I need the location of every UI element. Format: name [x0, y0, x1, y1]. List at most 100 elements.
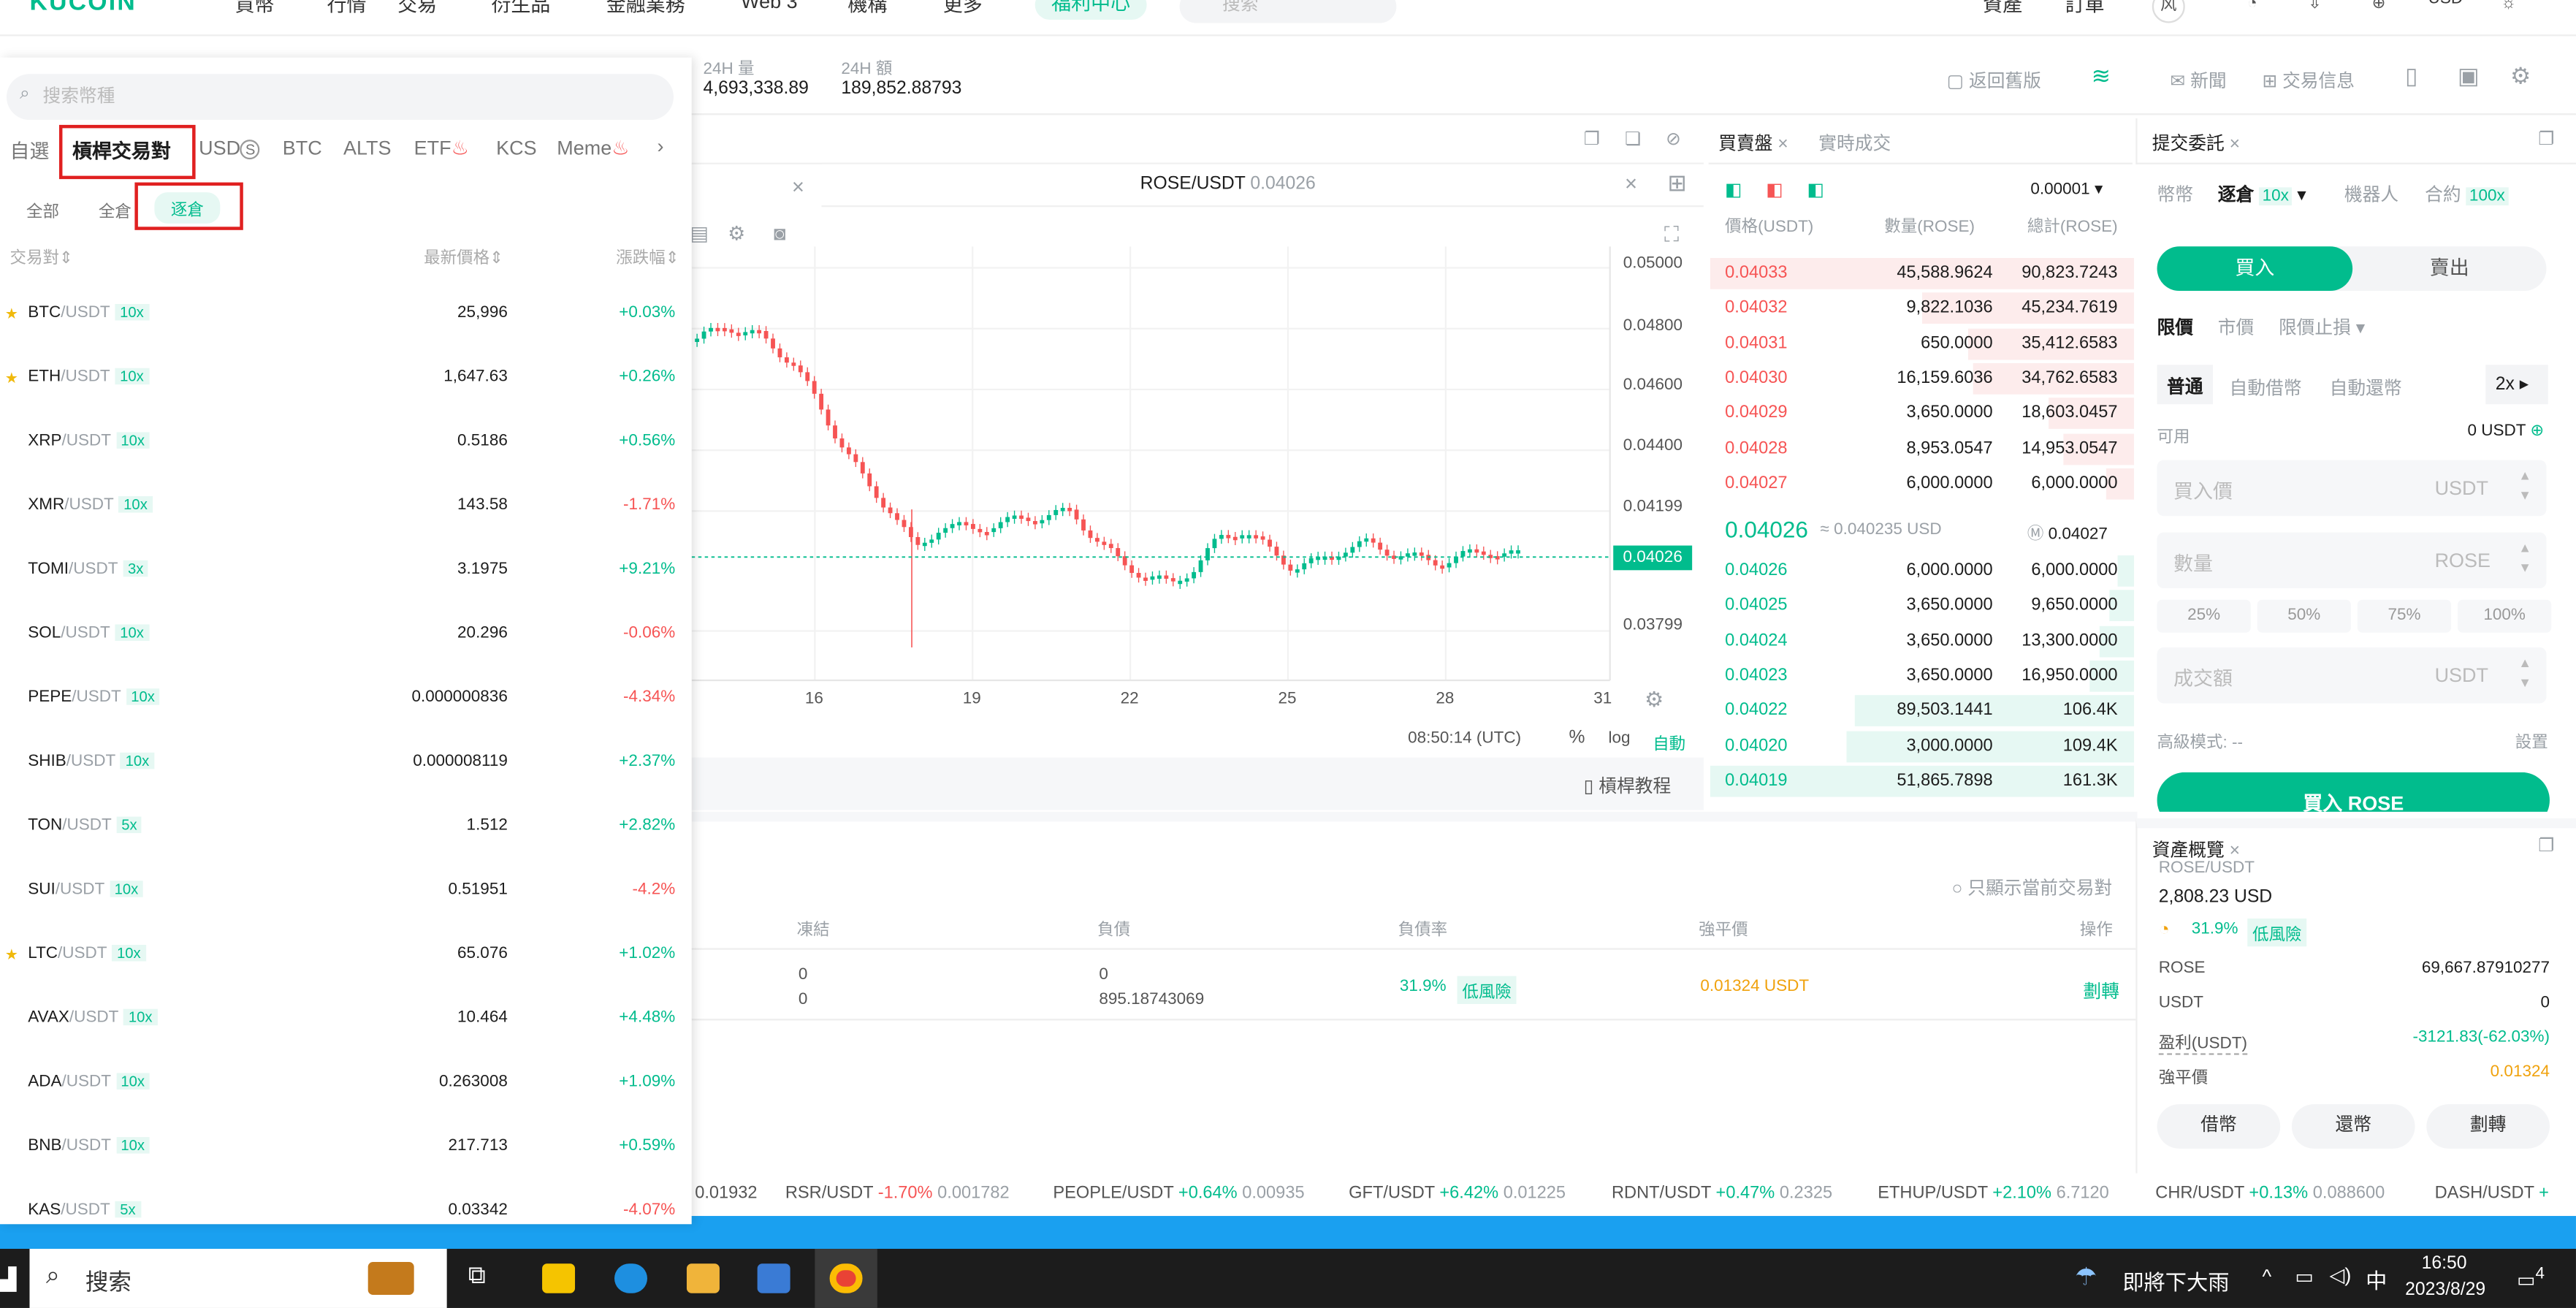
network-icon[interactable]: ▭: [2295, 1265, 2314, 1288]
nav-finance[interactable]: 金融業務: [606, 0, 685, 18]
nav-institution[interactable]: 機構: [847, 0, 887, 18]
tutorial-link[interactable]: ▯ 槓桿教程: [1584, 772, 1671, 799]
pnl-label[interactable]: 盈利(USDT): [2158, 1029, 2247, 1055]
pair-row[interactable]: XRP/USDT 10x 0.5186 +0.56%: [0, 432, 692, 496]
pct-100[interactable]: 100%: [2458, 599, 2552, 633]
pair-row[interactable]: ★ LTC/USDT 10x 65.076 +1.02%: [0, 945, 692, 1009]
pair-row[interactable]: SOL/USDT 10x 20.296 -0.06%: [0, 624, 692, 689]
pct-75[interactable]: 75%: [2357, 599, 2452, 633]
bid-row[interactable]: 0.04024 3,650.0000 13,300.0000: [1710, 624, 2135, 658]
total-input[interactable]: 成交額 USDT ▲ ▼: [2157, 647, 2547, 704]
trade-info-link[interactable]: ⊞ 交易信息: [2262, 67, 2355, 94]
nav-web3[interactable]: Web 3: [741, 0, 798, 13]
sticky-notes-icon[interactable]: [542, 1263, 576, 1293]
bid-row[interactable]: 0.04023 3,650.0000 16,950.0000: [1710, 658, 2135, 693]
camera-icon[interactable]: ◙: [774, 222, 785, 245]
briefcase-icon[interactable]: [367, 1262, 414, 1295]
chrome-icon[interactable]: [829, 1263, 863, 1293]
total-stepper[interactable]: ▲ ▼: [2518, 654, 2531, 693]
buy-submit-button[interactable]: 買入 ROSE: [2157, 772, 2550, 812]
tab-etf[interactable]: ETF♨: [414, 137, 469, 159]
assets-popout-icon[interactable]: ❐: [2538, 834, 2554, 856]
nav-more[interactable]: 更多: [943, 0, 983, 18]
sub-auto-repay[interactable]: 自動還幣: [2330, 375, 2402, 401]
chart-window-icon[interactable]: ❐: [1584, 128, 1600, 150]
mode-isolated[interactable]: 逐倉 10x ▾: [2218, 180, 2306, 207]
ask-row[interactable]: 0.04027 6,000.0000 6,000.0000: [1710, 466, 2135, 501]
sub-normal[interactable]: 普通: [2157, 365, 2213, 405]
back-old-version[interactable]: ▢ 返回舊版: [1947, 67, 2041, 94]
ask-row[interactable]: 0.04033 45,588.9624 90,823.7243: [1710, 256, 2135, 291]
star-icon[interactable]: ★: [5, 370, 18, 388]
tab-alts[interactable]: ALTS: [343, 137, 391, 159]
ime-indicator[interactable]: 中: [2366, 1263, 2387, 1295]
tray-chevron-icon[interactable]: ^: [2262, 1265, 2271, 1288]
chart-copy-icon[interactable]: ❏: [1625, 128, 1641, 150]
tab-btc[interactable]: BTC: [283, 137, 322, 159]
settings-link[interactable]: 設置: [2515, 728, 2548, 753]
log-toggle[interactable]: log: [1608, 729, 1630, 748]
col-debt-ratio[interactable]: 負債率: [1398, 916, 1447, 940]
news-link[interactable]: ✉ 新聞: [2171, 67, 2227, 94]
clock-date[interactable]: 2023/8/29: [2405, 1280, 2485, 1300]
currency-usd[interactable]: USD: [2428, 0, 2463, 8]
pair-row[interactable]: ADA/USDT 10x 0.263008 +1.09%: [0, 1073, 692, 1137]
tab-kcs[interactable]: KCS: [496, 137, 537, 159]
axis-settings-icon[interactable]: ⚙: [1645, 687, 1664, 713]
borrow-button[interactable]: 借幣: [2157, 1104, 2281, 1149]
bid-row[interactable]: 0.04022 89,503.1441 106.4K: [1710, 693, 2135, 728]
nav-trade[interactable]: 交易: [397, 0, 437, 18]
pair-row[interactable]: TOMI/USDT 3x 3.1975 +9.21%: [0, 560, 692, 625]
chart-expand-icon[interactable]: ⊘: [1666, 128, 1681, 150]
ask-row[interactable]: 0.04030 16,159.6036 34,762.6583: [1710, 361, 2135, 395]
user-avatar[interactable]: 风: [2152, 0, 2185, 23]
hdr-change[interactable]: 漲跌幅⇕: [616, 243, 679, 268]
file-explorer-icon[interactable]: [686, 1263, 720, 1293]
ticker-item[interactable]: DASH/USDT +: [2435, 1183, 2549, 1203]
col-debt[interactable]: 負債: [1097, 916, 1130, 940]
volume-icon[interactable]: ◁): [2330, 1263, 2352, 1286]
ask-row[interactable]: 0.04028 8,953.0547 14,953.0547: [1710, 431, 2135, 465]
sub-auto-borrow[interactable]: 自動借幣: [2229, 375, 2301, 401]
sub-all[interactable]: 全部: [26, 197, 59, 222]
transfer-button[interactable]: 劃轉: [2426, 1104, 2550, 1149]
chart-tool-icon[interactable]: ▤: [690, 222, 709, 245]
star-icon[interactable]: ★: [5, 946, 18, 965]
book-asks-icon[interactable]: ◧: [1766, 179, 1783, 200]
store-icon[interactable]: [757, 1263, 790, 1293]
candlestick-chart[interactable]: [691, 246, 1704, 723]
col-frozen[interactable]: 凍結: [797, 916, 830, 940]
weather-text[interactable]: 即將下大雨: [2122, 1265, 2229, 1296]
book-both-icon[interactable]: ◧: [1725, 179, 1742, 200]
pair-row[interactable]: SUI/USDT 10x 0.51951 -4.2%: [0, 881, 692, 945]
book-bids-icon[interactable]: ◧: [1807, 179, 1824, 200]
edge-icon[interactable]: [614, 1263, 647, 1293]
task-view-icon[interactable]: ⧉: [468, 1262, 486, 1290]
nav-orders[interactable]: 訂單: [2065, 0, 2105, 18]
buy-tab[interactable]: 買入: [2157, 246, 2353, 292]
promo-pill[interactable]: 福利中心: [1034, 0, 1147, 20]
globe-icon[interactable]: ⊕: [2363, 0, 2396, 23]
star-icon[interactable]: ★: [5, 305, 18, 324]
type-market[interactable]: 市價: [2218, 314, 2254, 341]
pct-50[interactable]: 50%: [2257, 599, 2351, 633]
tab-trades[interactable]: 實時成交: [1818, 130, 1891, 156]
qty-input[interactable]: 數量 ROSE ▲ ▼: [2157, 532, 2547, 589]
pair-row[interactable]: TON/USDT 5x 1.512 +2.82%: [0, 816, 692, 881]
transfer-link[interactable]: 劃轉: [2083, 978, 2119, 1004]
advanced-mode[interactable]: 高級模式: --: [2157, 728, 2243, 753]
theme-icon[interactable]: ☼: [2492, 0, 2525, 23]
close-tab-icon[interactable]: ×: [792, 174, 804, 199]
leverage-select[interactable]: 2x ▸: [2485, 365, 2548, 405]
pct-25[interactable]: 25%: [2157, 599, 2251, 633]
bid-row[interactable]: 0.04020 3,000.0000 109.4K: [1710, 729, 2135, 763]
ticker-item[interactable]: RDNT/USDT +0.47% 0.2325: [1612, 1183, 1832, 1203]
top-search-input[interactable]: 搜索: [1179, 0, 1397, 23]
nav-buy[interactable]: 買幣: [235, 0, 275, 18]
ticker-item[interactable]: CHR/USDT +0.13% 0.088600: [2155, 1183, 2385, 1203]
pair-row[interactable]: PEPE/USDT 10x 0.000000836 -4.34%: [0, 688, 692, 753]
ticker-item[interactable]: RSR/USDT -1.70% 0.001782: [785, 1183, 1010, 1203]
panel-icon[interactable]: ▣: [2458, 62, 2480, 90]
bid-row[interactable]: 0.04026 6,000.0000 6,000.0000: [1710, 554, 2135, 588]
ticker-item[interactable]: PEOPLE/USDT +0.64% 0.00935: [1053, 1183, 1304, 1203]
